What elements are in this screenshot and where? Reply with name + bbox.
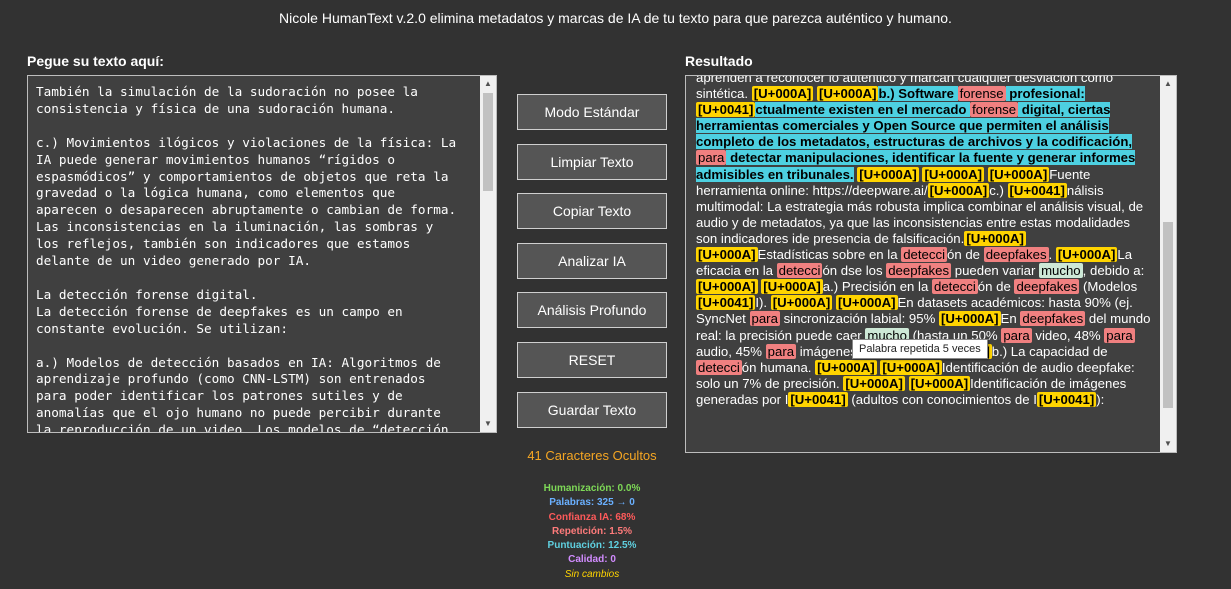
repeated-word-highlight: deepfakes	[886, 263, 952, 279]
unicode-marker: [U+000A]	[857, 166, 919, 182]
repeated-word-highlight: para	[696, 150, 727, 166]
scroll-thumb[interactable]	[1163, 222, 1173, 408]
stat-punctuation: Puntuación: 12.5%	[547, 540, 637, 552]
unicode-marker: [U+0041]	[696, 295, 756, 311]
ai-phrase-highlight: profesional:	[1005, 86, 1085, 102]
result-text-segment: Estadísticas sobre en la	[757, 247, 902, 263]
repeated-word-highlight: detecci	[901, 247, 948, 263]
result-output[interactable]: aprenden a reconocer lo auténtico y marc…	[685, 75, 1177, 453]
unicode-marker: [U+0041]	[1036, 391, 1097, 407]
repeated-word-highlight: deepfakes	[1014, 279, 1080, 295]
unicode-marker: [U+000A]	[987, 166, 1050, 182]
input-scrollbar[interactable]: ▲ ▼	[480, 76, 496, 432]
scroll-thumb[interactable]	[483, 93, 493, 191]
unicode-marker: [U+000A]	[1055, 247, 1118, 263]
stats-panel: Humanización: 0.0% Palabras: 325 → 0 Con…	[517, 482, 667, 582]
repeated-word-highlight: detecci	[776, 263, 823, 279]
stat-quality: Calidad: 0	[568, 554, 616, 566]
unicode-marker: [U+000A]	[922, 166, 985, 182]
result-text-segment: video, 48%	[1031, 327, 1105, 343]
unicode-marker: [U+000A]	[843, 375, 905, 391]
result-text-segment: .	[1048, 247, 1056, 263]
input-textarea[interactable]: También la simulación de la sudoración n…	[27, 75, 497, 433]
analyze-ai-button[interactable]: Analizar IA	[517, 242, 667, 279]
result-text-segment: I).	[755, 295, 771, 311]
result-text-segment: c.)	[989, 182, 1008, 198]
unicode-marker: [U+000A]	[908, 375, 971, 391]
unicode-marker: [U+000A]	[815, 359, 877, 375]
deep-analysis-button[interactable]: Análisis Profundo	[517, 292, 667, 329]
unicode-marker: [U+000A]	[835, 295, 898, 311]
unicode-marker: [U+000A]	[939, 311, 1001, 327]
result-text-segment: sincronización labial: 95%	[779, 311, 939, 327]
reset-button[interactable]: RESET	[517, 342, 667, 378]
ai-phrase-highlight: ctualmente existen en el mercado	[755, 102, 971, 118]
result-text-segment: audio, 45%	[696, 343, 766, 359]
result-text-segment: (Modelos	[1079, 279, 1138, 295]
unicode-marker: [U+000A]	[770, 295, 833, 311]
copy-text-button[interactable]: Copiar Texto	[517, 193, 667, 230]
repeated-word-tooltip: Palabra repetida 5 veces	[852, 339, 988, 359]
result-text-segment: ón humana.	[741, 359, 816, 375]
unicode-marker: [U+000A]	[696, 247, 758, 263]
result-text-segment: pueden variar	[951, 263, 1040, 279]
stat-repetition: Repetición: 1.5%	[551, 525, 633, 537]
repeated-word-highlight: para	[765, 343, 797, 359]
result-scrollbar[interactable]: ▲ ▼	[1160, 76, 1176, 452]
input-label: Pegue su texto aquí:	[27, 53, 164, 69]
result-text-segment: , debido a:	[1082, 263, 1145, 279]
scroll-up-arrow-icon[interactable]: ▲	[1160, 76, 1176, 92]
repeated-word-highlight: mucho	[1039, 263, 1083, 279]
result-text-segment: ón de	[947, 247, 984, 263]
stat-humanization: Humanización: 0.0%	[543, 483, 641, 494]
result-text-segment: (adultos con conocimientos de I	[847, 391, 1037, 407]
unicode-marker: [U+0041]	[696, 102, 756, 118]
scroll-down-arrow-icon[interactable]: ▼	[480, 416, 496, 432]
repeated-word-highlight: forense	[957, 86, 1006, 102]
unicode-marker: [U+000A]	[696, 279, 758, 295]
repeated-word-highlight: forense	[970, 102, 1019, 118]
repeated-word-highlight: deepfakes	[1020, 311, 1086, 327]
unicode-marker: [U+000A]	[927, 182, 990, 198]
standard-mode-button[interactable]: Modo Estándar	[517, 94, 667, 130]
ai-phrase-highlight: b.) Software	[878, 86, 958, 102]
unicode-marker: [U+0041]	[788, 391, 848, 407]
app-title: Nicole HumanText v.2.0 elimina metadatos…	[279, 10, 952, 26]
stat-ai-confidence: Confianza IA: 68%	[548, 511, 636, 523]
unicode-marker: [U+000A]	[964, 230, 1026, 246]
repeated-word-highlight: deepfakes	[983, 247, 1049, 263]
result-text-segment: a.) Precisión en la	[822, 279, 932, 295]
unicode-marker: [U+0041]	[1007, 182, 1067, 198]
repeated-word-highlight: para	[749, 311, 780, 327]
result-text-segment: ):	[1096, 391, 1105, 407]
repeated-word-highlight: detecci	[931, 279, 978, 295]
stat-changes: Sin cambios	[564, 568, 620, 580]
unicode-marker: [U+000A]	[751, 86, 814, 102]
hidden-characters-count: 41 Caracteres Ocultos	[527, 448, 657, 463]
result-text-segment: ón dse los	[822, 263, 887, 279]
result-text-segment: En	[1000, 311, 1021, 327]
result-label: Resultado	[685, 53, 753, 69]
input-text[interactable]: También la simulación de la sudoración n…	[36, 84, 483, 432]
result-text-segment: b.) La capacidad de	[991, 343, 1108, 359]
stat-words: Palabras: 325 → 0	[549, 497, 635, 509]
save-text-button[interactable]: Guardar Texto	[517, 391, 667, 428]
repeated-word-highlight: detecci	[696, 359, 742, 375]
repeated-word-highlight: para	[1104, 327, 1135, 343]
scroll-up-arrow-icon[interactable]: ▲	[480, 76, 496, 92]
result-text-segment: ón de	[977, 279, 1015, 295]
scroll-down-arrow-icon[interactable]: ▼	[1160, 436, 1176, 452]
unicode-marker: [U+000A]	[816, 86, 879, 102]
unicode-marker: [U+000A]	[761, 279, 823, 295]
clear-text-button[interactable]: Limpiar Texto	[517, 143, 667, 180]
repeated-word-highlight: para	[1001, 327, 1032, 343]
unicode-marker: [U+000A]	[880, 359, 942, 375]
